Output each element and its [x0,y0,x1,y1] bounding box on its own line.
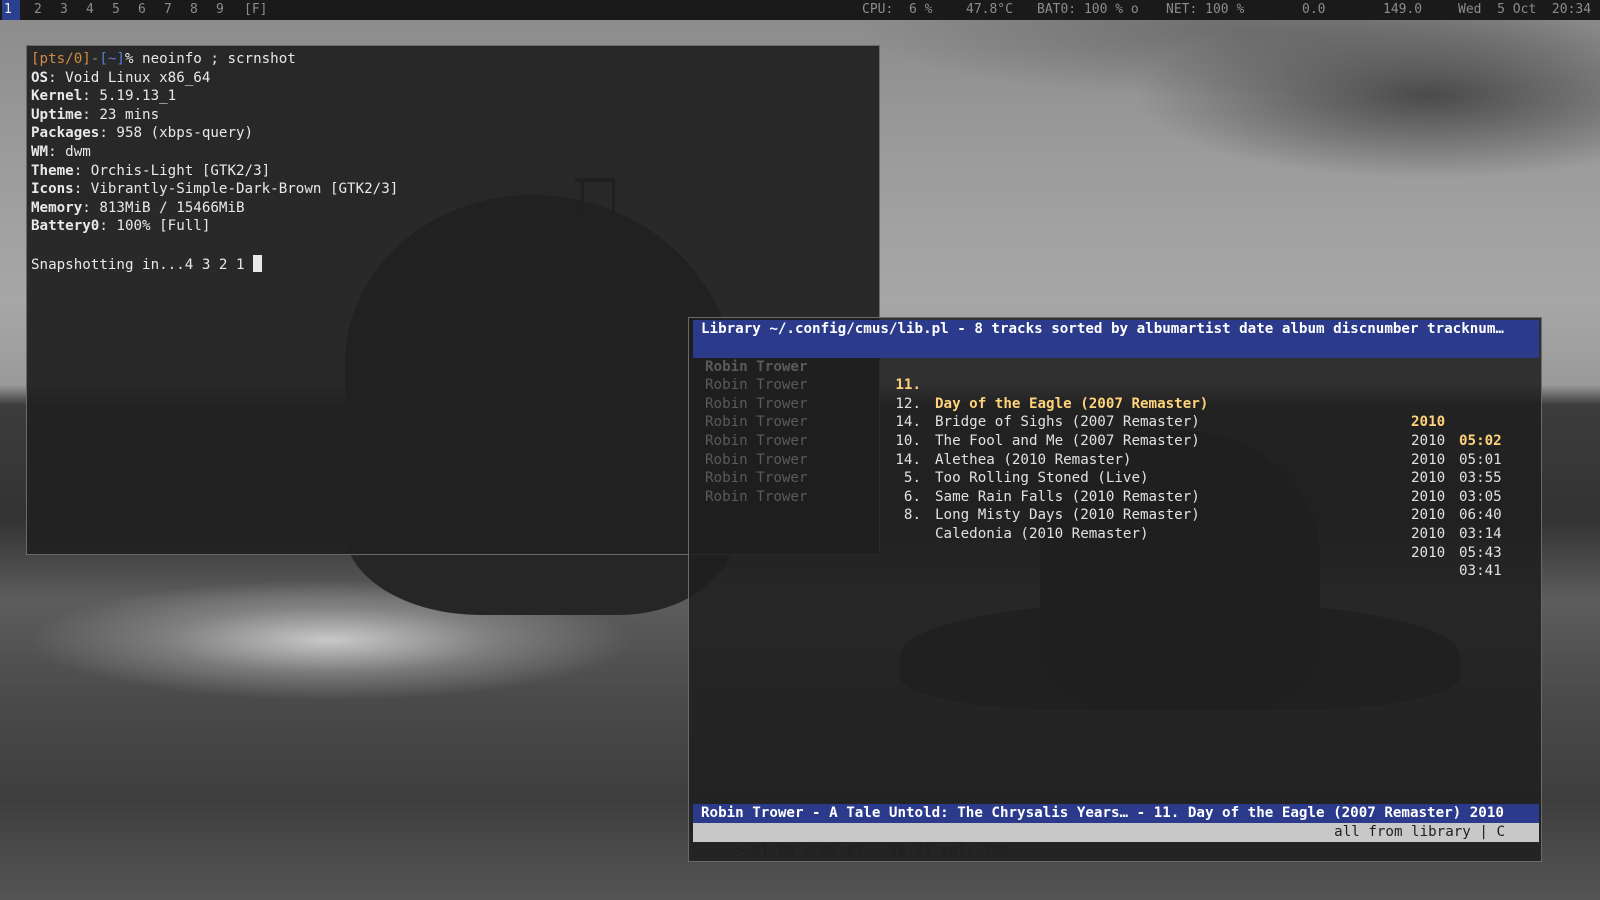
clock-status: Wed 5 Oct 20:34 [1458,2,1592,17]
info-value: 813MiB / 15466MiB [90,199,245,216]
track-duration: 06:40 [1459,507,1502,524]
track-number: 6. [903,488,921,505]
prompt-directory: [~] [99,51,125,67]
info-value: dwm [56,143,91,160]
info-value: 958 (xbps-query) [107,125,254,142]
tag-4[interactable]: 4 [86,0,94,20]
info-value: Void Linux x86_64 [56,69,211,86]
track-duration: 03:05 [1459,488,1502,505]
info-line: Theme: Orchis-Light [GTK2/3] [31,162,271,179]
track-row[interactable]: Robin Trower 14. Too Rolling Stoned (Liv… [693,413,1539,523]
track-year: 2010 [1411,525,1446,542]
track-duration: 03:14 [1459,525,1502,542]
network-status: NET: 100 % [1166,2,1245,17]
track-row[interactable]: Robin Trower 10. Alethea (2010 Remaster)… [693,395,1539,504]
value-status: 149.0 [1383,2,1423,17]
tag-2[interactable]: 2 [34,0,42,20]
temperature-status: 47.8°C [966,2,1013,17]
prompt-symbol: % [124,51,134,67]
load-status: 0.0 [1302,2,1326,17]
playback-position: > 01:00 / 05:02 - 36:21 vol: 100 [735,843,1009,859]
info-line: OS: Void Linux x86_64 [31,69,211,86]
info-value: Orchis-Light [GTK2/3] [82,162,271,179]
track-row[interactable]: Robin Trower 8. Caledonia (2010 Remaster… [693,469,1539,579]
info-value: Vibrantly-Simple-Dark-Brown [GTK2/3] [82,181,399,198]
info-line: WM: dwm [31,143,91,160]
player-status-line: > 01:00 / 05:02 - 36:21 vol: 100 all fro… [693,823,1539,859]
text-cursor [253,254,263,272]
info-key: Theme [31,162,74,179]
track-duration: 03:41 [1459,563,1502,580]
command-text: neoinfo ; scrnshot [133,51,296,67]
tag-7[interactable]: 7 [164,0,172,20]
info-line: Uptime: 23 mins [31,106,160,123]
track-year: 2010 [1411,488,1446,505]
info-key: Uptime [31,106,83,123]
info-line: Packages: 958 (xbps-query) [31,125,254,142]
status-bar: 1 2 3 4 5 6 7 8 9 [F] CPU: 6 % 47.8°C BA… [0,0,1600,20]
battery-status: BAT0: 100 % o [1037,2,1139,17]
track-row-selected[interactable]: Robin Trower 11. Day of the Eagle (2007 … [693,339,1539,449]
track-year: 2010 [1411,507,1446,524]
track-number: 8. [903,507,921,524]
track-row[interactable]: Robin Trower 5. Same Rain Falls (2010 Re… [693,432,1539,542]
track-row[interactable]: Robin Trower 12. Bridge of Sighs (2007 R… [693,358,1539,467]
countdown-text: Snapshotting in...4 3 2 1 [31,256,254,273]
track-title: Same Rain Falls (2010 Remaster) [935,488,1200,505]
tag-floating-layout[interactable]: [F] [244,0,267,20]
track-title: Caledonia (2010 Remaster) [935,525,1149,542]
tag-9[interactable]: 9 [216,0,224,20]
cpu-status: CPU: 6 % [862,2,933,17]
track-title: Long Misty Days (2010 Remaster) [935,507,1200,524]
info-key: OS [31,69,49,86]
cmus-player-window[interactable]: Library ~/.config/cmus/lib.pl - 8 tracks… [688,317,1542,862]
info-line: Icons: Vibrantly-Simple-Dark-Brown [GTK2… [31,181,399,198]
info-value: 100% [Full] [107,218,211,235]
tag-5[interactable]: 5 [112,0,120,20]
track-row[interactable]: Robin Trower 6. Long Misty Days (2010 Re… [693,451,1539,560]
info-value: 23 mins [90,106,160,123]
prompt-tty: [pts/0] [31,51,91,67]
info-key: Icons [31,181,74,198]
now-playing-bar: Robin Trower - A Tale Untold: The Chrysa… [693,804,1539,823]
info-key: Kernel [31,88,83,105]
play-mode-status: all from library | C [1334,824,1505,840]
info-value: 5.19.13_1 [90,88,177,105]
track-artist: Robin Trower [705,488,808,505]
info-key: WM [31,143,49,160]
track-duration: 05:43 [1459,544,1502,561]
info-line: Kernel: 5.19.13_1 [31,88,177,105]
tag-1[interactable]: 1 [2,0,20,20]
tag-8[interactable]: 8 [190,0,198,20]
prompt-line: [pts/0]-[~]% neoinfo ; scrnshot [31,50,879,69]
info-line: Battery0: 100% [Full] [31,218,211,235]
tag-3[interactable]: 3 [60,0,68,20]
info-key: Packages [31,125,100,142]
library-header: Library ~/.config/cmus/lib.pl - 8 tracks… [693,320,1539,339]
track-row[interactable]: Robin Trower 14. The Fool and Me (2007 R… [693,376,1539,486]
tag-6[interactable]: 6 [138,0,146,20]
info-line: Memory: 813MiB / 15466MiB [31,199,245,216]
countdown-line: Snapshotting in...4 3 2 1 [31,254,879,274]
info-key: Battery0 [31,218,100,235]
info-key: Memory [31,199,83,216]
track-year: 2010 [1411,544,1446,561]
